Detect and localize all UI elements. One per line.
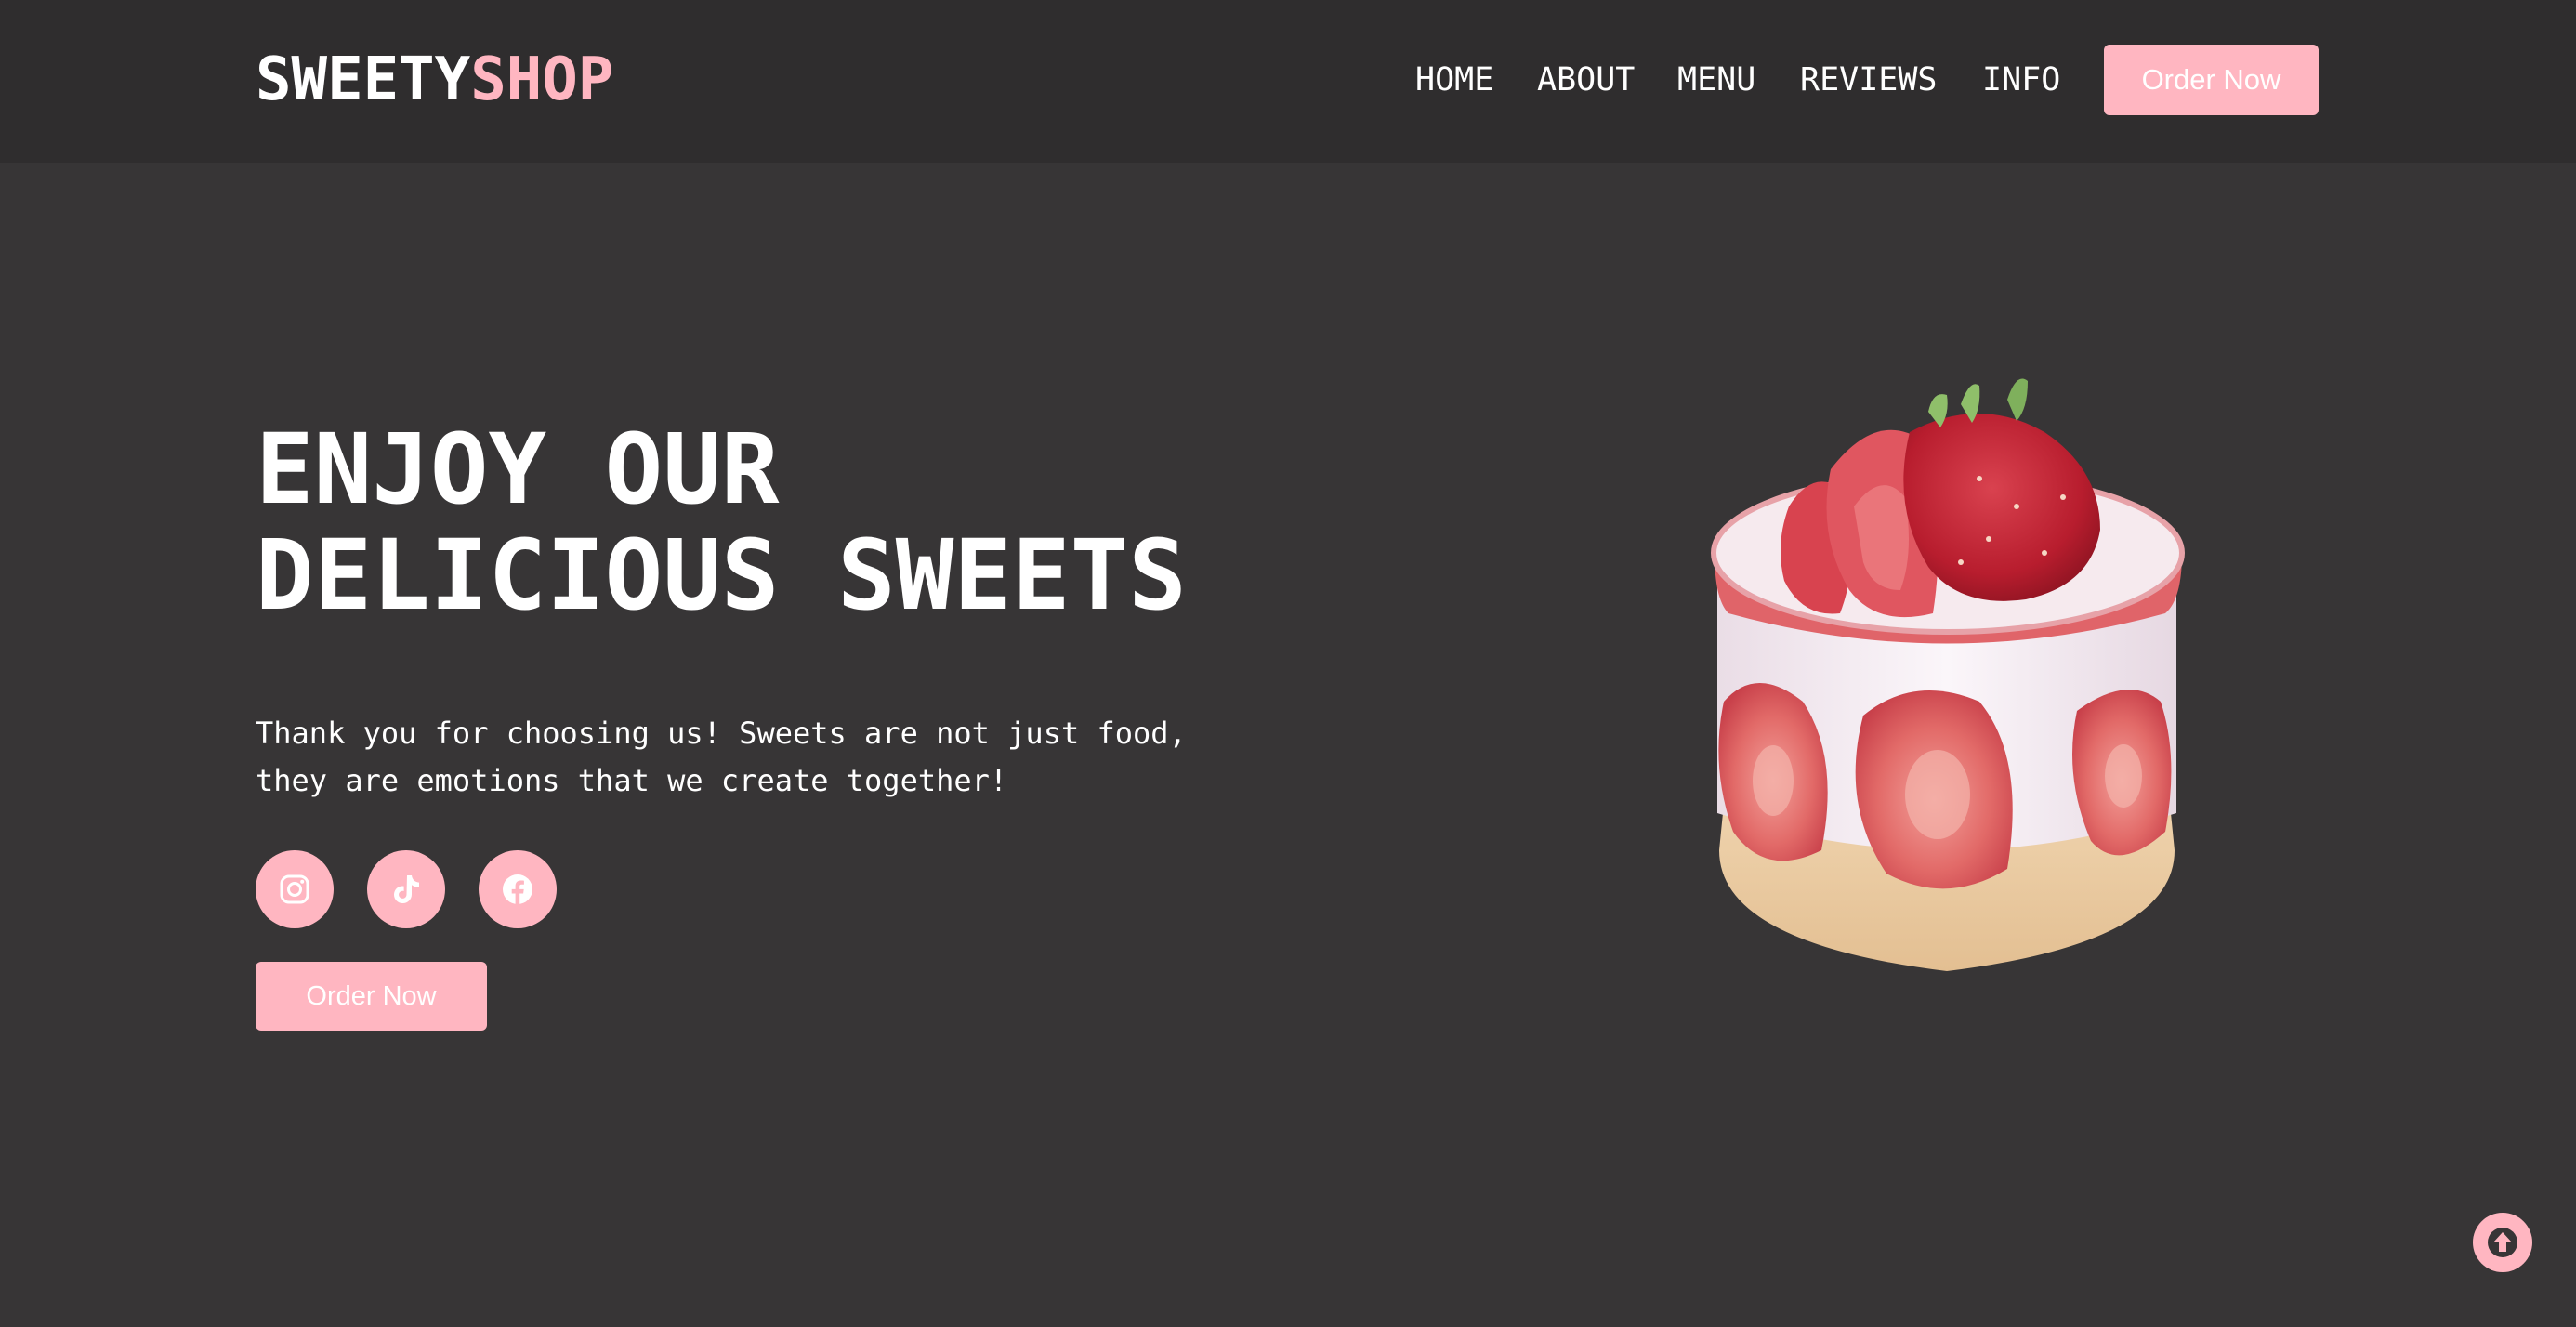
hero-title-line-1: ENJOY OUR xyxy=(256,413,780,526)
strawberry-cake-image xyxy=(1711,378,2185,971)
nav-info[interactable]: INFO xyxy=(1982,45,2060,115)
logo-part-sweety: SWEETY xyxy=(256,46,471,114)
header-order-now-button[interactable]: Order Now xyxy=(2104,45,2319,115)
hero-title: ENJOY OUR DELICIOUS SWEETS xyxy=(256,416,1187,628)
logo-part-shop: SHOP xyxy=(470,46,614,114)
hero-title-line-2: DELICIOUS SWEETS xyxy=(256,519,1187,632)
facebook-link[interactable] xyxy=(479,850,557,928)
tiktok-link[interactable] xyxy=(367,850,445,928)
tiktok-icon xyxy=(394,875,419,903)
hero-description-line-2: they are emotions that we create togethe… xyxy=(256,763,1008,798)
instagram-link[interactable] xyxy=(256,850,334,928)
hero-order-now-button[interactable]: Order Now xyxy=(256,962,487,1031)
nav-menu[interactable]: MENU xyxy=(1677,45,1755,115)
facebook-icon xyxy=(503,874,532,904)
arrow-up-icon xyxy=(2488,1228,2517,1257)
nav-about[interactable]: ABOUT xyxy=(1537,45,1635,115)
logo[interactable]: SWEETYSHOP xyxy=(256,43,613,117)
hero-description: Thank you for choosing us! Sweets are no… xyxy=(256,710,1278,805)
hero-description-line-1: Thank you for choosing us! Sweets are no… xyxy=(256,716,1187,751)
instagram-icon xyxy=(280,874,309,904)
scroll-to-top-button[interactable] xyxy=(2473,1213,2532,1272)
site-header: SWEETYSHOP HOME ABOUT MENU REVIEWS INFO … xyxy=(0,0,2576,163)
nav-reviews[interactable]: REVIEWS xyxy=(1800,45,1938,115)
nav-home[interactable]: HOME xyxy=(1415,45,1493,115)
